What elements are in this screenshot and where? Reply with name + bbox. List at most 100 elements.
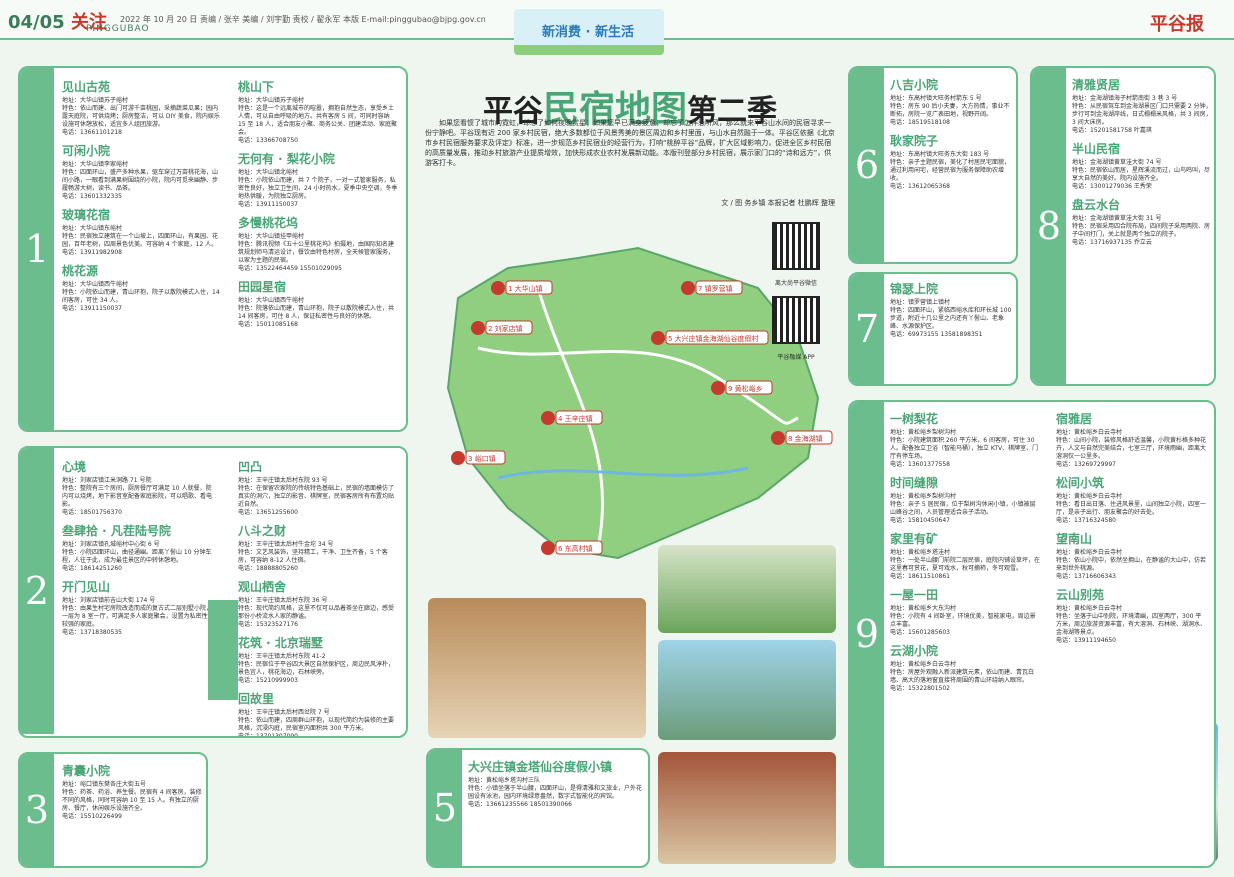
map-pin[interactable] bbox=[491, 281, 505, 295]
minsu-name: 一屋一田 bbox=[890, 588, 939, 602]
intro-text: 如果您看惯了城市的霓虹，却忘了如何夜晚赏星；如果您早已满身疲惫，却忘了怎样悉听风… bbox=[425, 119, 835, 167]
minsu-phone: 电话：13651255600 bbox=[238, 509, 298, 516]
panel-1-col-2: 桃山下 地址：大华山镇苏子峪村 特色：这是一个远离城市的喧嚣，拥抱自然生态，享受乡土… bbox=[238, 78, 398, 334]
map-pin[interactable] bbox=[681, 281, 695, 295]
minsu-name: 清雅贤居 bbox=[1072, 78, 1121, 92]
minsu-description: 特色：依山而建，四周群山环抱，以现代简约为装修的主要风格，沉浸内庭，民宿室内面积… bbox=[238, 717, 395, 732]
map-pin[interactable] bbox=[711, 381, 725, 395]
panel-1: 1 见山古苑 地址：大华山镇苏子峪村 特色：依山而建、出门可游千亩桃园，采摘蔬菜瓜果… bbox=[18, 66, 408, 432]
minsu-name: 耿家院子 bbox=[890, 134, 939, 148]
panel-5-col: 大兴庄镇金塔仙谷度假小镇 地址：黄松峪乡塔沟村三队 特色：小镇坐落于半山腰，四面环山… bbox=[468, 758, 644, 814]
map-pin[interactable] bbox=[771, 431, 785, 445]
minsu-entry: 时间缝隙 地址：黄松峪乡梨树沟村 特色：亲子 5 居民宿，位于梨树沟休闲小镇，小镇被… bbox=[890, 474, 1040, 525]
map-pin[interactable] bbox=[651, 331, 665, 345]
minsu-description: 特色：民宿位于平谷四大景区自然保护区，周边民风淳朴，景色宜人，桃花海边，石林峡旁… bbox=[238, 661, 395, 676]
minsu-name: 桃花源 bbox=[62, 264, 99, 278]
map-region bbox=[446, 246, 820, 560]
qr-code-wechat[interactable] bbox=[772, 222, 820, 270]
panel-4-number bbox=[208, 600, 238, 700]
minsu-entry: 云山别苑 地址：黄松峪乡白云寺村 特色：坐落于山中别院，环境清幽，四室两厅，300 … bbox=[1056, 586, 1206, 645]
minsu-name: 时间缝隙 bbox=[890, 476, 939, 490]
minsu-entry: 望南山 地址：黄松峪乡白云寺村 特色：依山小院中，依然坐拥山，在静谧的大山中，仿若来… bbox=[1056, 530, 1206, 581]
minsu-address: 地址：大华山镇苏子峪村 bbox=[62, 97, 129, 104]
panel-6: 6 八吉小院 地址：东高村镇大旺务村箭东 5 号特色：房东 90 后小夫妻，大方热… bbox=[848, 66, 1018, 264]
minsu-phone: 电话：13716324580 bbox=[1056, 517, 1116, 524]
minsu-address: 地址：金海湖镇海子村箭南街 3 巷 3 号 bbox=[1072, 95, 1178, 102]
minsu-name: 玻璃花宿 bbox=[62, 208, 111, 222]
panel-2-col-2: 凹凸 地址：王辛庄镇太后村东院 93 号特色：在保留农家院的传统特色基础上，民宿的… bbox=[238, 458, 398, 738]
panel-9: 9 一树梨花 地址：黄松峪乡梨树沟村 特色：小院建筑面积 260 平方米，6 间客房… bbox=[848, 400, 1216, 868]
minsu-entry: 桃山下 地址：大华山镇苏子峪村 特色：这是一个远离城市的喧嚣，拥抱自然生态，享受乡土… bbox=[238, 78, 398, 145]
minsu-entry: 家里有矿 地址：黄松峪乡塔洼村 特色：一处半山腰门前院二层民宿，庭院内铺设草坪，在这… bbox=[890, 530, 1040, 581]
header-meta: 2022 年 10 月 20 日 责编 / 张辛 美编 / 刘宇勤 责校 / 翟… bbox=[120, 15, 486, 24]
minsu-address: 地址：黄松峪乡塔沟村三队 bbox=[468, 777, 541, 784]
map-pin[interactable] bbox=[541, 541, 555, 555]
minsu-address: 地址：黄松峪乡白云寺村 bbox=[890, 661, 957, 668]
minsu-address: 地址：金海湖镇黄草洼大街 74 号 bbox=[1072, 159, 1162, 166]
minsu-description: 特色：看日出日落、住进风景里，山间独立小院，四室一厅，是亲子出行、朋友聚会的好去… bbox=[1056, 501, 1207, 516]
banner-text: 新消费 · 新生活 bbox=[542, 25, 634, 40]
minsu-description: 特色：小院依山而建，青山环抱，院子以散院模式入住，14 间客房，可住 34 人。 bbox=[62, 289, 220, 304]
panel-8-col: 清雅贤居 地址：金海湖镇海子村箭南街 3 巷 3 号特色：从民宿驾车到金海湖景区门… bbox=[1072, 76, 1212, 252]
minsu-name: 心境 bbox=[62, 460, 87, 474]
map-pin[interactable] bbox=[541, 411, 555, 425]
author-line: 文 / 图 务乡镇 本报记者 杜鹏辉 整理 bbox=[721, 199, 835, 207]
map-pin[interactable] bbox=[471, 321, 485, 335]
minsu-entry: 可闲小院 地址：大华山镇李家峪村 特色：四面环山，盛产多种水果，驱车穿过万亩桃花海，… bbox=[62, 142, 222, 201]
minsu-address: 地址：黄松峪乡白云寺村 bbox=[1056, 493, 1123, 500]
panel-9-col-1: 一树梨花 地址：黄松峪乡梨树沟村 特色：小院建筑面积 260 平方米，6 间客房，可… bbox=[890, 410, 1040, 698]
minsu-description: 特色：药茶、药浴、养生餐。民宿有 4 间客房，装修不同的风格，同时可容纳 10 … bbox=[62, 789, 202, 812]
minsu-entry: 云湖小院 地址：黄松峪乡白云寺村 特色：房屋外观融入新派建筑元素，依山而建、青瓦白墙… bbox=[890, 642, 1040, 693]
minsu-address: 地址：大华山镇东峪村 bbox=[62, 225, 123, 232]
minsu-name: 多慢桃花坞 bbox=[238, 216, 299, 230]
minsu-entry: 耿家院子 地址：东高村镇大旺务东大街 183 号特色：亲子主题民宿，美化了村居民宅… bbox=[890, 132, 1014, 191]
map-pin[interactable] bbox=[451, 451, 465, 465]
minsu-name: 半山民宿 bbox=[1072, 142, 1121, 156]
minsu-name: 一树梨花 bbox=[890, 412, 939, 426]
minsu-entry: 桃花源地址：大华山镇西牛峪村 特色：小院依山而建，青山环抱，院子以散院模式入住，1… bbox=[62, 262, 222, 313]
minsu-phone: 电话：13001279036 王秀荣 bbox=[1072, 183, 1152, 190]
minsu-description: 特色：四面环山，盛产多种水果，驱车穿过万亩桃花海，山间小路，一眼看到满果树围绕的… bbox=[62, 169, 219, 192]
minsu-description: 特色：在保留农家院的传统特色基础上，民宿的墙面模仿了真实的洞穴，独立的影音、棋牌… bbox=[238, 485, 395, 508]
minsu-address: 地址：大华山镇李家峪村 bbox=[62, 161, 129, 168]
minsu-description: 特色：房屋外观融入新派建筑元素，依山而建、青瓦白墙、高大的落地窗直接将周围的青山… bbox=[890, 669, 1035, 684]
minsu-entry: 无何有 · 梨花小院 地址：大华山镇北峪村 特色：小院依山而建，共 7 个院子，一对… bbox=[238, 150, 398, 209]
minsu-name: 青囊小院 bbox=[62, 764, 111, 778]
minsu-name: 松间小筑 bbox=[1056, 476, 1105, 490]
minsu-address: 地址：黄松峪乡梨树沟村 bbox=[890, 429, 957, 436]
minsu-entry: 宿雅居 地址：黄松峪乡白云寺村 特色：山间小院，装修风格舒适温馨，小院黄杉格多种花卉… bbox=[1056, 410, 1206, 469]
minsu-address: 地址：东高村镇大旺务村箭东 5 号 bbox=[890, 95, 982, 102]
minsu-phone: 电话：13701307090 bbox=[238, 733, 298, 738]
map-pin-label: 1 大华山镇 bbox=[508, 284, 543, 293]
panel-7: 7 锦瑟上院 地址：镇罗营镇上镇村 特色：四面环山，紧临西峪水库和环长城 100 步… bbox=[848, 272, 1018, 386]
minsu-phone: 电话：13718380535 bbox=[62, 629, 122, 636]
minsu-description: 特色：四面环山，紧临西峪水库和环长城 100 步道，附近十几公里之内还有丫髻山、… bbox=[890, 307, 1012, 330]
minsu-description: 特色：依山而建、出门可游千亩桃园，采摘蔬菜瓜果；园内露天庭院，可供烧烤；厨房整洁… bbox=[62, 105, 220, 128]
minsu-name: 凹凸 bbox=[238, 460, 263, 474]
minsu-phone: 电话：13911150037 bbox=[62, 305, 122, 312]
minsu-description: 特色：腾讯视频《五十公里桃花坞》拍摄地，由国际知名建筑规划师马清运设计，餐饮由特… bbox=[238, 241, 395, 264]
minsu-phone: 电话：15810450647 bbox=[890, 517, 950, 524]
minsu-entry: 一树梨花 地址：黄松峪乡梨树沟村 特色：小院建筑面积 260 平方米，6 间客房，可… bbox=[890, 410, 1040, 469]
minsu-name: 家里有矿 bbox=[890, 532, 939, 546]
minsu-entry: 田园星宿 地址：大华山镇西牛峪村 特色：院落依山而建，青山环抱，院子以散院模式入住，… bbox=[238, 278, 398, 329]
minsu-description: 特色：坐落于山中别院，环境清幽，四室两厅，300 平方米，周边旅游资源丰富，有大… bbox=[1056, 613, 1207, 636]
banner: 新消费 · 新生活 bbox=[514, 9, 664, 55]
minsu-phone: 电话：15322801502 bbox=[890, 685, 950, 692]
minsu-description: 特色：一处半山腰门前院二层民宿，庭院内铺设草坪，在这里春可赏花，夏可戏水，秋可摘… bbox=[890, 557, 1041, 572]
page-header: 04/05 关注 PINGGUBAO 2022 年 10 月 20 日 责编 /… bbox=[0, 0, 1234, 55]
minsu-phone: 电话：15510226499 bbox=[62, 813, 122, 820]
photo-pool bbox=[658, 640, 836, 740]
qr-code-app[interactable] bbox=[772, 296, 820, 344]
minsu-description: 特色：这是一个远离城市的喧嚣，拥抱自然生态，享受乡土人情，可以自由呼吸的地方。共… bbox=[238, 105, 397, 136]
map-pin-label: 7 镇罗营镇 bbox=[698, 284, 733, 293]
panel-number: 6 bbox=[850, 68, 884, 262]
minsu-entry: 锦瑟上院 地址：镇罗营镇上镇村 特色：四面环山，紧临西峪水库和环长城 100 步道，… bbox=[890, 280, 1014, 339]
panel-1-col-1: 见山古苑 地址：大华山镇苏子峪村 特色：依山而建、出门可游千亩桃园，采摘蔬菜瓜果；园… bbox=[62, 78, 222, 318]
minsu-entry: 观山栖舍 地址：王辛庄镇太后村东院 36 号特色：现代简约风格，这里不仅可以品着茶… bbox=[238, 578, 398, 629]
panel-9-col-2: 宿雅居 地址：黄松峪乡白云寺村 特色：山间小院，装修风格舒适温馨，小院黄杉格多种花卉… bbox=[1056, 410, 1206, 650]
minsu-address: 地址：黄松峪乡白云寺村 bbox=[1056, 429, 1123, 436]
minsu-description: 特色：小镇坐落于半山腰，四面环山，是得清雅和文旅业，户外花园设有泳池，园内环境绿… bbox=[468, 785, 643, 800]
minsu-address: 地址：大华山镇西牛峪村 bbox=[62, 281, 129, 288]
minsu-phone: 电话：18501756370 bbox=[62, 509, 122, 516]
